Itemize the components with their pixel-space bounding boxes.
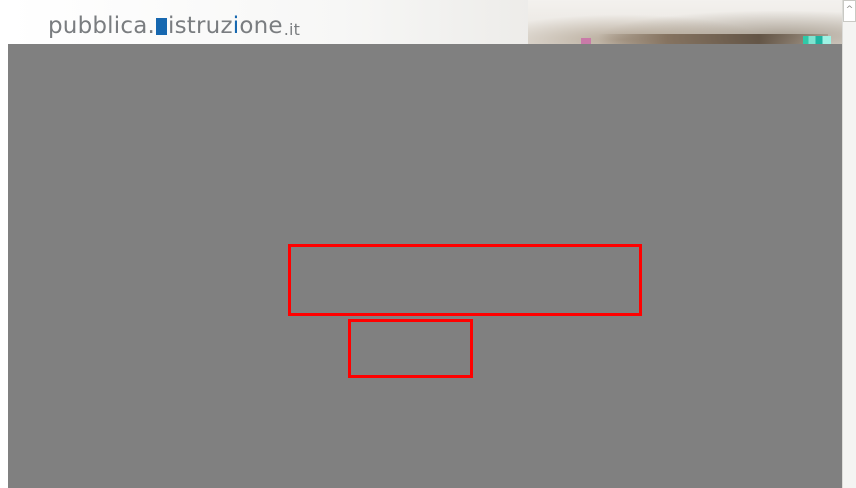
highlight-box-1 (288, 244, 642, 316)
left-margin (0, 0, 8, 488)
site-header: pubblica. istruz i one .it (8, 0, 842, 44)
logo-text-part3: one (239, 13, 283, 39)
vertical-scrollbar[interactable] (842, 0, 856, 488)
header-photo (528, 0, 842, 44)
chevron-up-icon[interactable]: ^ (843, 0, 856, 22)
header-photo-artifact-2 (803, 36, 831, 44)
logo-tld: .it (283, 20, 301, 39)
header-photo-detail (598, 34, 828, 44)
logo-accent-letter: i (232, 13, 240, 39)
logo-text-part1: pubblica. (48, 13, 156, 39)
highlight-box-2 (348, 319, 473, 378)
logo-i-mark-icon (156, 18, 168, 35)
site-logo[interactable]: pubblica. istruz i one .it (48, 12, 300, 38)
browser-viewport: pubblica. istruz i one .it ^ (0, 0, 856, 488)
logo-text-part2: istruz (168, 13, 233, 39)
